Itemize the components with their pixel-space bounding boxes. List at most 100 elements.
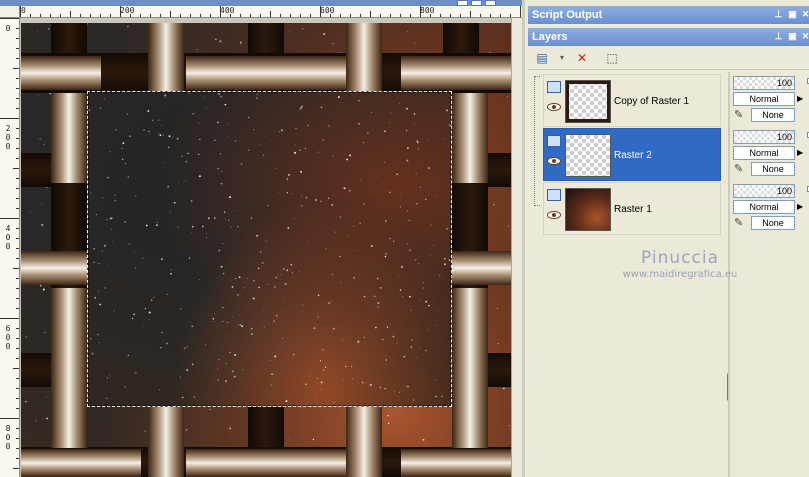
layer-row-copy-of-raster-1[interactable]: Copy of Raster 1 [543,74,721,127]
ruler-tick [40,14,41,17]
ruler-label: 800 [4,424,12,451]
frame-pill [21,56,101,90]
selection-marquee[interactable] [87,91,452,407]
ruler-tick [500,14,501,17]
ruler-tick [400,14,401,17]
star [42,288,45,291]
opacity-field[interactable]: 100 [733,184,795,198]
ruler-tick [13,68,19,69]
eye-icon[interactable] [547,211,561,219]
raster-layer-icon[interactable] [547,81,561,93]
image-document[interactable] [21,23,519,477]
star [219,40,222,43]
float-icon[interactable]: ▣ [788,32,797,41]
ruler-tick [320,6,321,17]
close-icon[interactable]: ✕ [801,10,809,19]
star [507,225,510,227]
blend-arrow-icon[interactable]: ▶ [797,200,805,214]
frame-pill [186,449,346,477]
ruler-tick [70,11,71,17]
ruler-tick [410,14,411,17]
star [39,138,41,140]
delete-layer-icon[interactable]: ✕ [572,49,592,67]
ruler-tick [460,14,461,17]
opacity-field[interactable]: 100 [733,130,795,144]
horizontal-ruler[interactable]: 0 200 400 600 800 [20,6,522,18]
star [44,332,46,333]
edit-selection-icon[interactable]: ⬚ [602,49,622,67]
layer-row-raster-1[interactable]: Raster 1 [543,182,721,235]
close-icon[interactable]: ✕ [801,32,809,41]
ruler-label: 200 [120,6,135,15]
frame-pill [148,23,184,93]
ruler-tick [150,14,151,17]
frame-pill [346,23,382,93]
script-output-title-text: Script Output [532,9,603,21]
ruler-tick [16,208,19,209]
star [387,414,389,417]
ruler-tick [90,14,91,17]
ruler-tick [140,14,141,17]
layers-title[interactable]: Layers ⊥ ▣ ✕ [528,28,809,46]
mask-select[interactable]: None [751,162,795,176]
float-icon[interactable]: ▣ [788,10,797,19]
vertical-ruler[interactable]: 0 200 400 600 800 [0,18,20,477]
blend-mode-select[interactable]: Normal [733,200,795,214]
raster-layer-icon[interactable] [547,135,561,147]
ruler-label: 600 [320,6,335,15]
star [144,430,146,432]
star [41,202,43,204]
frame-block [21,153,51,187]
watermark: Pinuccia www.maidiregrafica.eu [605,248,755,288]
script-output-title[interactable]: Script Output ⊥ ▣ ✕ [528,6,809,24]
ruler-tick [310,14,311,17]
ruler-tick [16,448,19,449]
pin-icon[interactable]: ⊥ [774,10,783,19]
ruler-tick [250,14,251,17]
ruler-tick [50,14,51,17]
frame-block [248,407,284,447]
ruler-tick [80,14,81,17]
star [229,427,231,430]
blend-mode-select[interactable]: Normal [733,92,795,106]
eye-icon[interactable] [547,103,561,111]
pin-icon[interactable]: ⊥ [774,32,783,41]
star [46,396,47,398]
ruler-tick [16,188,19,189]
ruler-label: 0 [4,24,12,33]
ruler-tick [470,11,471,17]
ruler-corner [0,6,20,18]
ruler-tick [16,198,19,199]
layers-toolbar: ▤ ▾ ✕ ⬚ [528,46,809,70]
new-layer-icon[interactable]: ▤ [532,49,552,67]
ruler-tick [0,118,19,119]
ruler-tick [280,14,281,17]
watermark-url: www.maidiregrafica.eu [622,269,738,280]
ruler-tick [340,14,341,17]
ruler-tick [350,14,351,17]
blend-arrow-icon[interactable]: ▶ [797,146,805,160]
raster-layer-icon[interactable] [547,189,561,201]
opacity-field[interactable]: 100 [733,76,795,90]
layer-props-copy-of-raster-1: 100 Normal ▶ ✎ None [733,76,809,126]
mask-select[interactable]: None [751,108,795,122]
ruler-tick [13,368,19,369]
blend-arrow-icon[interactable]: ▶ [797,92,805,106]
mask-select[interactable]: None [751,216,795,230]
layer-row-raster-2[interactable]: Raster 2 [543,128,721,181]
ruler-tick [380,14,381,17]
blend-mode-select[interactable]: Normal [733,146,795,160]
vertical-scrollbar[interactable] [511,18,522,477]
ruler-tick [260,14,261,17]
star [127,25,129,28]
ruler-tick [330,14,331,17]
ruler-tick [16,98,19,99]
ruler-tick [16,338,19,339]
star [239,41,242,44]
dropdown-arrow-icon[interactable]: ▾ [552,49,572,67]
eye-icon[interactable] [547,157,561,165]
star [25,400,27,403]
ruler-tick [210,14,211,17]
star [326,417,328,418]
ruler-tick [420,6,421,17]
